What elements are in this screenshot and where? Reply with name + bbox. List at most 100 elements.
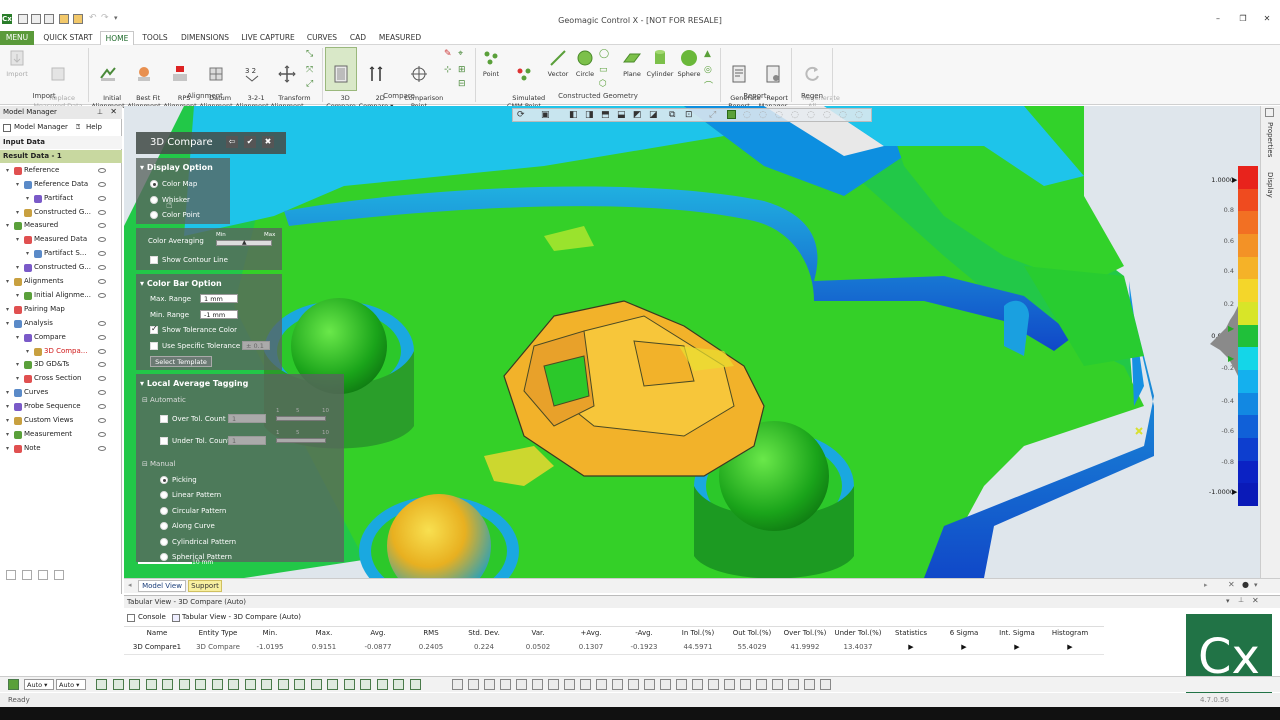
view-close-icon[interactable]: ✕ bbox=[1228, 580, 1235, 589]
under-tol-slider[interactable] bbox=[276, 438, 326, 443]
view-cube-icon[interactable]: ▣ bbox=[541, 110, 550, 120]
tree-item[interactable]: Input Data bbox=[0, 136, 122, 149]
max-range-field[interactable]: 1 mm bbox=[200, 294, 238, 303]
min-range-field[interactable]: -1 mm bbox=[200, 310, 238, 319]
measure-tool-icon[interactable] bbox=[327, 679, 338, 690]
visibility-eye-icon[interactable] bbox=[98, 265, 106, 271]
play-icon[interactable]: ▶ bbox=[938, 643, 990, 651]
show-tolerance-checkbox[interactable] bbox=[150, 324, 158, 334]
torus-icon[interactable]: ◎ bbox=[704, 65, 712, 75]
import-button[interactable]: Import bbox=[2, 48, 32, 78]
tree-item[interactable]: ▾ Analysis bbox=[0, 317, 122, 330]
select-filter-icon-8[interactable]: ◌ bbox=[855, 110, 863, 120]
tree-item[interactable]: ▾ Cross Section bbox=[0, 372, 122, 385]
tree-expand-icon[interactable]: ▾ bbox=[6, 442, 9, 455]
alignment-tool-icon-3[interactable]: ⤢ bbox=[306, 79, 313, 89]
render-tool-icon[interactable] bbox=[820, 679, 831, 690]
tree-item[interactable]: ▾ Pairing Map bbox=[0, 303, 122, 316]
alignment-tool-icon-2[interactable]: ⤧ bbox=[306, 65, 313, 75]
render-tool-icon[interactable] bbox=[724, 679, 735, 690]
measure-tool-icon[interactable] bbox=[178, 679, 190, 690]
visibility-eye-icon[interactable] bbox=[98, 390, 106, 396]
over-tol-slider[interactable] bbox=[276, 416, 326, 421]
column-header[interactable]: Name bbox=[131, 629, 183, 637]
tree-expand-icon[interactable]: ▾ bbox=[16, 372, 19, 385]
measure-tool-icon[interactable] bbox=[244, 679, 256, 690]
compare-tool-icon-3[interactable]: ⊹ bbox=[444, 65, 452, 75]
column-header[interactable]: Out Tol.(%) bbox=[726, 629, 778, 637]
tab-tools[interactable]: TOOLS bbox=[138, 31, 172, 45]
tree-expand-icon[interactable]: ▾ bbox=[6, 275, 9, 288]
visibility-eye-icon[interactable] bbox=[98, 237, 106, 243]
column-header[interactable]: Avg. bbox=[352, 629, 404, 637]
tree-expand-icon[interactable]: ▾ bbox=[6, 400, 9, 413]
column-header[interactable]: Statistics bbox=[885, 629, 937, 637]
render-tool-icon[interactable] bbox=[692, 679, 703, 690]
render-tool-icon[interactable] bbox=[788, 679, 799, 690]
tree-expand-icon[interactable]: ▾ bbox=[16, 178, 19, 191]
scroll-left-icon[interactable]: ◂ bbox=[128, 581, 132, 589]
auto-dropdown-1[interactable]: Auto ▾ bbox=[24, 679, 54, 690]
filter-icon[interactable] bbox=[38, 570, 48, 580]
select-template-button[interactable]: Select Template bbox=[150, 356, 212, 367]
specific-tolerance-field[interactable]: ± 0.1 bbox=[242, 341, 270, 350]
tree-item[interactable]: ▾ Partifact bbox=[0, 192, 122, 205]
view-record-icon[interactable]: ● bbox=[1242, 580, 1249, 589]
visibility-eye-icon[interactable] bbox=[98, 334, 106, 340]
render-tool-icon[interactable] bbox=[484, 679, 495, 690]
sphere-button[interactable]: Sphere bbox=[675, 48, 703, 78]
render-tool-icon[interactable] bbox=[612, 679, 623, 690]
measure-tool-icon[interactable] bbox=[112, 679, 124, 690]
visibility-eye-icon[interactable] bbox=[98, 362, 106, 368]
visibility-eye-icon[interactable] bbox=[98, 209, 106, 215]
back-icon[interactable]: ⇦ bbox=[226, 136, 238, 148]
column-header[interactable]: Std. Dev. bbox=[458, 629, 510, 637]
render-tool-icon[interactable] bbox=[772, 679, 783, 690]
view-menu-icon[interactable]: ▾ bbox=[1254, 581, 1258, 589]
column-header[interactable]: Over Tol.(%) bbox=[779, 629, 831, 637]
tree-item[interactable]: ▾ 3D Compa... bbox=[0, 345, 122, 358]
visibility-eye-icon[interactable] bbox=[98, 348, 106, 354]
render-tool-icon[interactable] bbox=[596, 679, 607, 690]
spherical-pattern-radio[interactable] bbox=[160, 553, 168, 561]
compare-tool-icon-5[interactable]: ⊟ bbox=[458, 79, 466, 89]
tab-live-capture[interactable]: LIVE CAPTURE bbox=[238, 31, 298, 45]
tree-item[interactable]: ▾ Compare bbox=[0, 331, 122, 344]
cancel-icon[interactable]: ✖ bbox=[262, 136, 274, 148]
measure-tool-icon[interactable] bbox=[145, 679, 157, 690]
measure-tool-icon[interactable] bbox=[228, 679, 239, 690]
render-tool-icon[interactable] bbox=[516, 679, 527, 690]
tree-expand-icon[interactable]: ▾ bbox=[6, 303, 9, 316]
column-header[interactable]: Var. bbox=[512, 629, 564, 637]
under-tol-checkbox[interactable] bbox=[160, 437, 168, 445]
tree-item[interactable]: ▾ Constructed G... bbox=[0, 206, 122, 219]
tree-item[interactable]: ▾ Measured Data bbox=[0, 233, 122, 246]
tree-expand-icon[interactable]: ▾ bbox=[6, 414, 9, 427]
tree-expand-icon[interactable]: ▾ bbox=[26, 247, 29, 260]
render-tool-icon[interactable] bbox=[564, 679, 575, 690]
tab-quick-start[interactable]: QUICK START bbox=[40, 31, 96, 45]
measure-tool-icon[interactable] bbox=[360, 679, 371, 690]
visibility-eye-icon[interactable] bbox=[98, 167, 106, 173]
tree-expand-icon[interactable]: ▾ bbox=[16, 331, 19, 344]
tree-expand-icon[interactable]: ▾ bbox=[16, 233, 19, 246]
tree-item[interactable]: ▾ Initial Alignme... bbox=[0, 289, 122, 302]
view-iso-icon[interactable]: ⧉ bbox=[669, 110, 675, 120]
render-tool-icon[interactable] bbox=[660, 679, 671, 690]
plane-button[interactable]: Plane bbox=[618, 48, 646, 78]
render-tool-icon[interactable] bbox=[644, 679, 655, 690]
slot-icon[interactable]: ▭ bbox=[599, 65, 608, 75]
use-specific-tolerance-checkbox[interactable] bbox=[150, 342, 158, 350]
select-filter-icon-7[interactable]: ◌ bbox=[839, 110, 847, 120]
tree-expand-icon[interactable]: ▾ bbox=[6, 317, 9, 330]
render-tool-icon[interactable] bbox=[548, 679, 559, 690]
minimize-button[interactable]: – bbox=[1211, 14, 1225, 26]
tree-item[interactable]: ▾ Partifact S... bbox=[0, 247, 122, 260]
measure-tool-icon[interactable] bbox=[162, 679, 173, 690]
point-button[interactable]: Point bbox=[478, 48, 504, 78]
collapse-all-icon[interactable] bbox=[22, 570, 32, 580]
render-tool-icon[interactable] bbox=[468, 679, 479, 690]
selection-mode-icon[interactable] bbox=[8, 679, 19, 690]
play-icon[interactable]: ▶ bbox=[885, 643, 937, 651]
maximize-button[interactable]: ❐ bbox=[1236, 14, 1250, 26]
